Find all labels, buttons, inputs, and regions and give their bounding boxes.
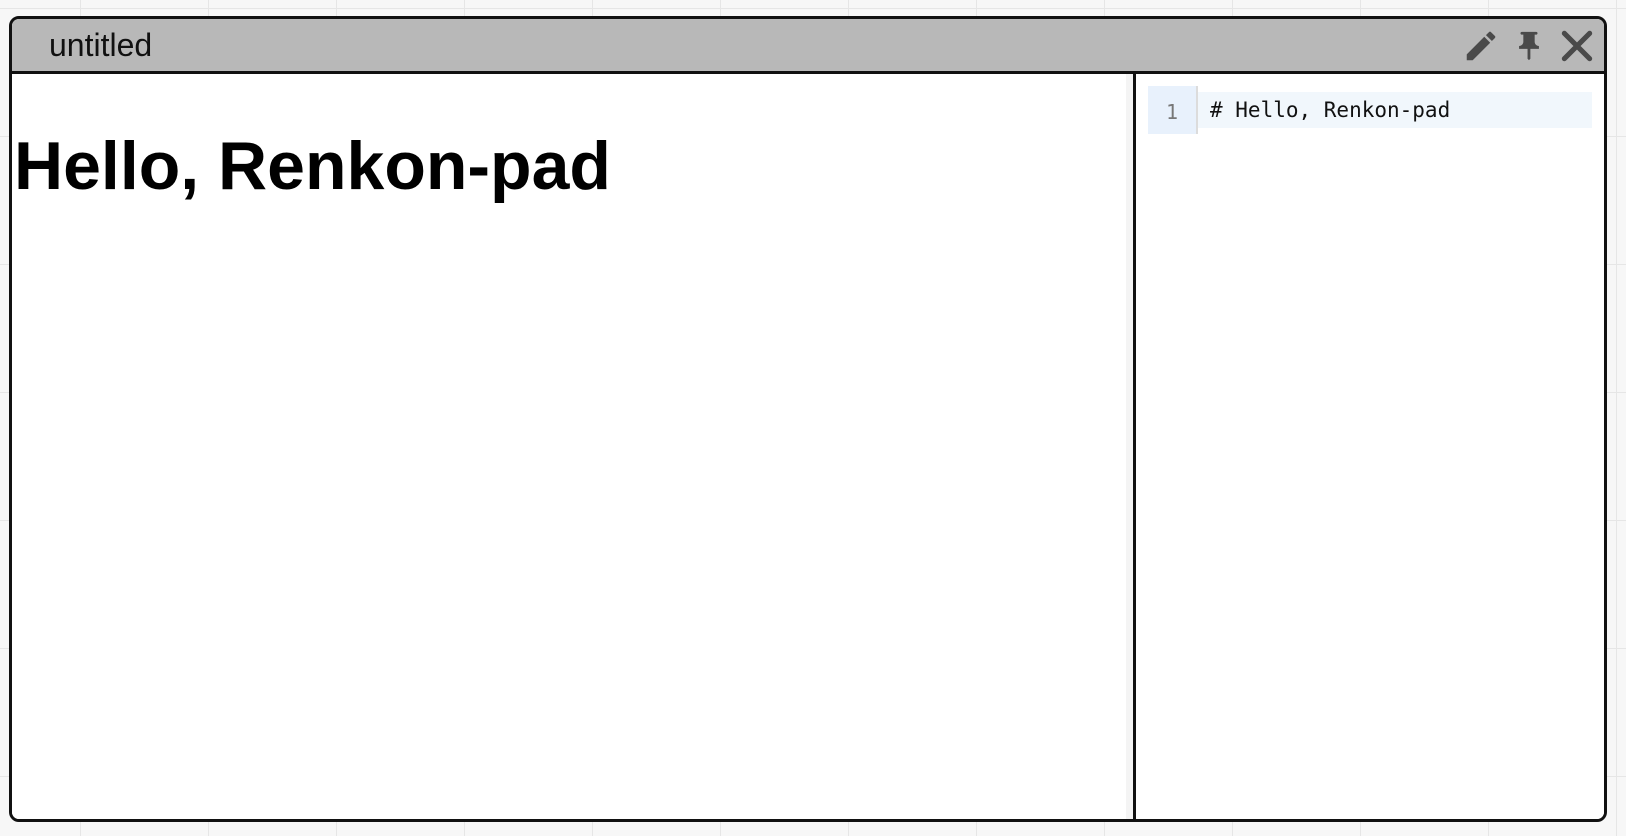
- code-editor[interactable]: 1 # Hello, Renkon-pad: [1136, 74, 1604, 819]
- pin-icon: [1519, 31, 1539, 61]
- pencil-icon: [1466, 31, 1496, 61]
- pane-splitter[interactable]: [1126, 74, 1136, 819]
- window-title: untitled: [49, 27, 153, 63]
- markdown-preview: Hello, Renkon-pad: [12, 74, 1126, 819]
- edit-button[interactable]: [1460, 25, 1502, 67]
- pad-window[interactable]: untitled Hello, Renkon-pad 1 # Hello, Re…: [9, 16, 1607, 822]
- window-titlebar[interactable]: untitled: [12, 19, 1604, 74]
- line-number: 1: [1148, 86, 1198, 134]
- preview-heading: Hello, Renkon-pad: [14, 128, 611, 204]
- pad-content: Hello, Renkon-pad 1 # Hello, Renkon-pad: [12, 74, 1604, 819]
- editor-line[interactable]: 1 # Hello, Renkon-pad: [1148, 86, 1592, 134]
- close-icon: [1561, 30, 1593, 62]
- pin-button[interactable]: [1508, 25, 1550, 67]
- close-button[interactable]: [1556, 25, 1598, 67]
- code-line-text[interactable]: # Hello, Renkon-pad: [1198, 92, 1592, 128]
- titlebar-actions: [1460, 25, 1598, 67]
